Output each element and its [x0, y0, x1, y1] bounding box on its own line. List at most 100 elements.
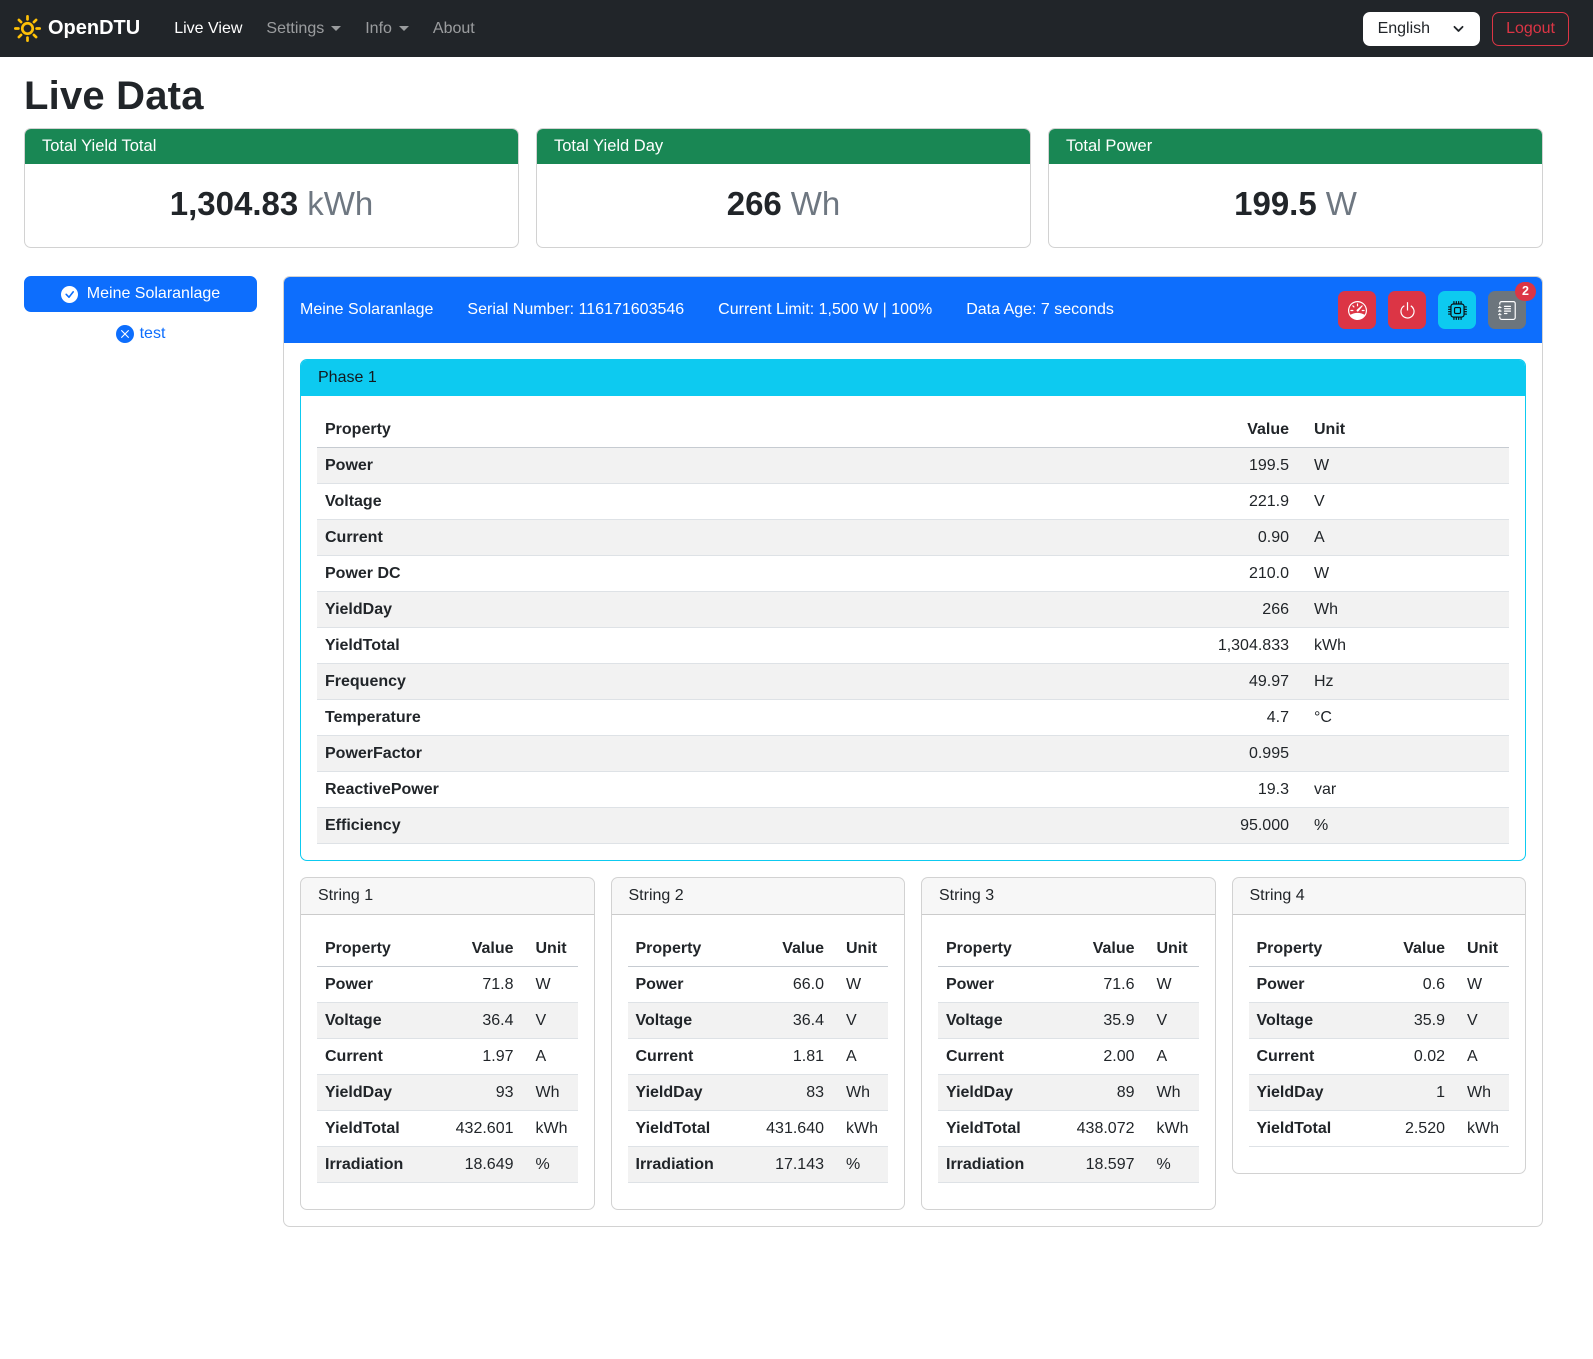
row-unit: V	[832, 1003, 888, 1039]
table-row: Power199.5W	[317, 448, 1509, 484]
column-unit: Unit	[522, 931, 578, 967]
row-property: Frequency	[317, 664, 1177, 700]
row-unit: var	[1297, 772, 1509, 808]
table-row: Voltage35.9V	[1249, 1003, 1510, 1039]
language-select[interactable]: English	[1363, 12, 1480, 46]
row-value: 17.143	[746, 1147, 832, 1183]
inverter-select-button[interactable]: Meine Solaranlage	[24, 276, 257, 312]
table-row: YieldDay83Wh	[628, 1075, 889, 1111]
nav-link-about[interactable]: About	[425, 12, 483, 46]
row-unit: Hz	[1297, 664, 1509, 700]
string-title: String 4	[1233, 878, 1526, 915]
summary-unit: Wh	[791, 185, 841, 222]
inverter-limit: Current Limit: 1,500 W | 100%	[718, 301, 932, 319]
row-unit: V	[1453, 1003, 1509, 1039]
row-property: PowerFactor	[317, 736, 1177, 772]
check-circle-icon	[61, 286, 78, 303]
string-card-3: String 3 Property Value Unit	[921, 877, 1216, 1210]
column-property: Property	[938, 931, 1057, 967]
row-value: 438.072	[1057, 1111, 1143, 1147]
row-unit: W	[1143, 967, 1199, 1003]
row-unit	[1297, 736, 1509, 772]
row-value: 431.640	[746, 1111, 832, 1147]
string-body: Property Value Unit Power66.0W Voltage36…	[612, 915, 905, 1209]
column-property: Property	[1249, 931, 1368, 967]
nav-link-info[interactable]: Info	[357, 12, 417, 46]
row-property: Current	[628, 1039, 747, 1075]
row-property: ReactivePower	[317, 772, 1177, 808]
table-row: YieldDay1Wh	[1249, 1075, 1510, 1111]
inverter-sidebar: Meine Solaranlage test	[24, 276, 257, 343]
inverter-name: Meine Solaranlage	[300, 301, 433, 319]
table-row: Temperature4.7°C	[317, 700, 1509, 736]
row-property: YieldTotal	[628, 1111, 747, 1147]
column-value: Value	[1057, 931, 1143, 967]
row-property: Current	[317, 1039, 436, 1075]
page-title: Live Data	[24, 74, 1543, 119]
summary-card-body: 266Wh	[537, 164, 1030, 247]
limit-settings-button[interactable]	[1338, 291, 1376, 329]
strings-row: String 1 Property Value Unit	[300, 877, 1526, 1210]
brand[interactable]: OpenDTU	[14, 15, 140, 42]
row-unit: A	[1297, 520, 1509, 556]
inverter-item-test[interactable]: test	[24, 325, 257, 343]
row-unit: %	[1297, 808, 1509, 844]
row-value: 1	[1367, 1075, 1453, 1111]
row-unit: Wh	[1297, 592, 1509, 628]
sun-icon	[14, 15, 41, 42]
row-unit: kWh	[522, 1111, 578, 1147]
row-unit: kWh	[1297, 628, 1509, 664]
table-row: YieldTotal438.072kWh	[938, 1111, 1199, 1147]
nav-link-label: Info	[365, 20, 392, 38]
row-value: 18.597	[1057, 1147, 1143, 1183]
summary-card-title: Total Yield Total	[25, 129, 518, 164]
device-info-button[interactable]	[1438, 291, 1476, 329]
row-property: Irradiation	[938, 1147, 1057, 1183]
table-row: YieldTotal431.640kWh	[628, 1111, 889, 1147]
row-property: YieldDay	[1249, 1075, 1368, 1111]
inverter-card: Meine Solaranlage Serial Number: 1161716…	[283, 276, 1543, 1227]
table-row: Power DC210.0W	[317, 556, 1509, 592]
logout-button[interactable]: Logout	[1492, 12, 1569, 46]
summary-unit: W	[1326, 185, 1357, 222]
table-row: YieldDay89Wh	[938, 1075, 1199, 1111]
row-unit: kWh	[1453, 1111, 1509, 1147]
table-row: Current0.90A	[317, 520, 1509, 556]
row-property: Power DC	[317, 556, 1177, 592]
row-value: 221.9	[1177, 484, 1297, 520]
language-value: English	[1378, 20, 1430, 38]
string-table: Property Value Unit Power71.8W Voltage36…	[317, 931, 578, 1183]
summary-card-yield-total: Total Yield Total 1,304.83kWh	[24, 128, 519, 248]
nav-link-live-view[interactable]: Live View	[166, 12, 250, 46]
row-property: YieldDay	[628, 1075, 747, 1111]
nav-link-settings[interactable]: Settings	[258, 12, 349, 46]
row-property: YieldTotal	[317, 1111, 436, 1147]
table-row: YieldDay93Wh	[317, 1075, 578, 1111]
table-row: Irradiation18.597%	[938, 1147, 1199, 1183]
power-button[interactable]	[1388, 291, 1426, 329]
events-count-badge: 2	[1515, 282, 1536, 301]
column-property: Property	[628, 931, 747, 967]
row-property: YieldTotal	[938, 1111, 1057, 1147]
event-log-button[interactable]: 2	[1488, 291, 1526, 329]
row-unit: W	[1297, 556, 1509, 592]
row-property: Power	[1249, 967, 1368, 1003]
speedometer-icon	[1348, 301, 1367, 320]
row-value: 18.649	[436, 1147, 522, 1183]
row-property: Voltage	[938, 1003, 1057, 1039]
row-unit: W	[522, 967, 578, 1003]
row-value: 35.9	[1057, 1003, 1143, 1039]
row-value: 36.4	[436, 1003, 522, 1039]
table-row: Power66.0W	[628, 967, 889, 1003]
row-property: YieldTotal	[1249, 1111, 1368, 1147]
table-row: PowerFactor0.995	[317, 736, 1509, 772]
row-value: 210.0	[1177, 556, 1297, 592]
row-unit: A	[1453, 1039, 1509, 1075]
table-row: YieldDay266Wh	[317, 592, 1509, 628]
string-card-2: String 2 Property Value Unit	[611, 877, 906, 1210]
inverter-card-header: Meine Solaranlage Serial Number: 1161716…	[284, 277, 1542, 343]
row-value: 83	[746, 1075, 832, 1111]
row-unit: V	[1297, 484, 1509, 520]
row-value: 89	[1057, 1075, 1143, 1111]
table-row: Power71.8W	[317, 967, 578, 1003]
